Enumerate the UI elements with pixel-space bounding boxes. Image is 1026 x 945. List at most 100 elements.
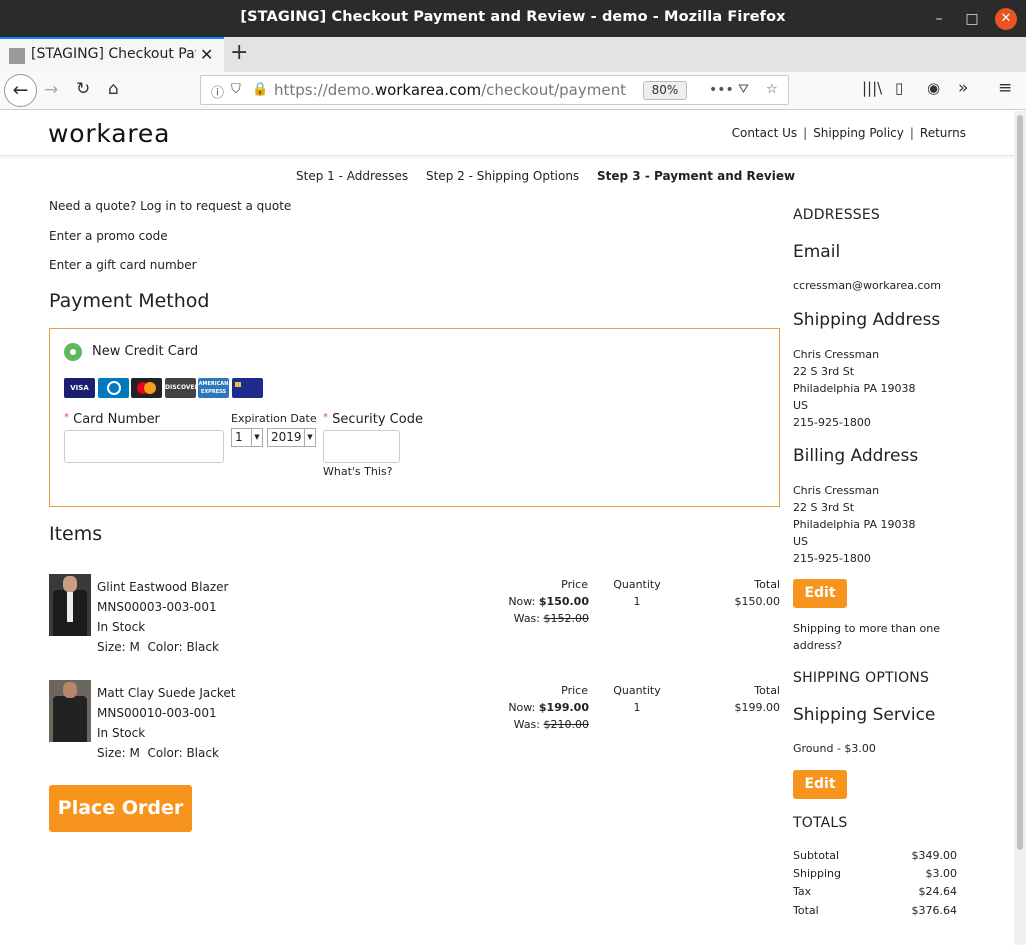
overflow-icon[interactable]: »	[958, 78, 968, 98]
totals-caption: TOTALS	[793, 815, 848, 831]
now-price: Now: $150.00	[508, 595, 589, 608]
expiration-date-label: Expiration Date	[231, 412, 317, 425]
credit-card-panel: New Credit Card VISA DISCOVER AMERICAN E…	[49, 328, 780, 507]
navigation-bar: ← → ↻ ⌂ ⓘ ⛉ 🔒 https://demo.workarea.com/…	[0, 72, 1026, 110]
forward-icon[interactable]: →	[44, 80, 58, 100]
list-item: Matt Clay Suede Jacket MNS00010-003-001 …	[49, 680, 784, 760]
new-tab-icon[interactable]: +	[230, 40, 248, 65]
step-addresses[interactable]: Step 1 - Addresses	[296, 169, 408, 183]
product-options: Size: M Color: Black	[97, 640, 219, 654]
info-icon[interactable]: ⓘ	[211, 82, 224, 101]
discover-card-icon: DISCOVER	[165, 378, 199, 398]
quantity-header: Quantity	[613, 578, 661, 591]
checkout-steps: Step 1 - Addresses Step 2 - Shipping Opt…	[296, 169, 809, 183]
was-price: Was: $210.00	[513, 718, 589, 731]
minimize-icon[interactable]: –	[928, 8, 950, 30]
close-icon[interactable]: ✕	[995, 8, 1017, 30]
shipping-address-heading: Shipping Address	[793, 310, 941, 330]
header-links: Contact Us | Shipping Policy | Returns	[731, 126, 966, 140]
product-image[interactable]	[49, 680, 91, 742]
product-options: Size: M Color: Black	[97, 746, 219, 760]
expiration-year-select[interactable]: 2019 ▼	[267, 428, 316, 447]
edit-addresses-button[interactable]: Edit	[793, 579, 847, 608]
security-code-label: * Security Code	[323, 412, 423, 427]
gift-card-link[interactable]: Enter a gift card number	[49, 258, 197, 272]
sidebar-icon[interactable]: ▯	[895, 79, 903, 97]
whats-this-link[interactable]: What's This?	[323, 465, 392, 478]
url-bar[interactable]: ⓘ ⛉ 🔒 https://demo.workarea.com/checkout…	[200, 75, 789, 105]
window-title: [STAGING] Checkout Payment and Review - …	[240, 9, 786, 25]
shield-icon[interactable]: ⛉	[231, 82, 241, 97]
chevron-down-icon: ▼	[251, 429, 262, 446]
tab-label: [STAGING] Checkout Pay	[31, 46, 196, 62]
price-column: Price Now: $150.00 Was: $152.00	[489, 576, 589, 627]
new-credit-card-label[interactable]: New Credit Card	[92, 344, 198, 359]
stock-status: In Stock	[97, 620, 146, 634]
total-header: Total	[754, 684, 780, 697]
shipping-row: Shipping $3.00	[793, 867, 957, 880]
page-content: workarea Contact Us | Shipping Policy | Retu…	[0, 111, 1014, 945]
step-shipping-options[interactable]: Step 2 - Shipping Options	[426, 169, 579, 183]
expiration-month-select[interactable]: 1 ▼	[231, 428, 263, 447]
edit-shipping-button[interactable]: Edit	[793, 770, 847, 799]
place-order-button[interactable]: Place Order	[49, 785, 192, 832]
site-logo[interactable]: workarea	[48, 119, 170, 148]
amex-card-icon: AMERICAN EXPRESS	[198, 378, 229, 398]
shipping-address: Chris Cressman 22 S 3rd St Philadelphia PA…	[793, 348, 916, 429]
lock-icon[interactable]: 🔒	[252, 82, 268, 97]
contact-us-link[interactable]: Contact Us	[732, 126, 798, 140]
page-actions-icon[interactable]: •••	[709, 82, 734, 98]
total-column: Total $150.00	[699, 576, 781, 610]
site-header: workarea Contact Us | Shipping Policy | Retu…	[0, 111, 1014, 156]
shipping-policy-link[interactable]: Shipping Policy	[813, 126, 904, 140]
zoom-level[interactable]: 80%	[643, 81, 687, 100]
product-image[interactable]	[49, 574, 91, 636]
tab-bar: [STAGING] Checkout Pay ✕ +	[0, 37, 1026, 72]
tab-close-icon[interactable]: ✕	[200, 45, 213, 64]
account-icon[interactable]: ◉	[927, 79, 940, 97]
library-icon[interactable]: |||\	[862, 79, 882, 97]
visa-card-icon: VISA	[64, 378, 95, 398]
promo-code-link[interactable]: Enter a promo code	[49, 229, 168, 243]
mastercard-card-icon	[131, 378, 162, 398]
window-titlebar: [STAGING] Checkout Payment and Review - …	[0, 0, 1026, 37]
maximize-icon[interactable]: □	[961, 8, 983, 30]
menu-icon[interactable]: ≡	[998, 78, 1012, 98]
product-name[interactable]: Matt Clay Suede Jacket	[97, 683, 235, 703]
chevron-down-icon: ▼	[304, 429, 315, 446]
security-code-input[interactable]	[323, 430, 400, 463]
scrollbar-thumb[interactable]	[1017, 115, 1023, 850]
bookmark-star-icon[interactable]: ☆	[766, 82, 778, 97]
diners-card-icon	[98, 378, 129, 398]
now-price: Now: $199.00	[508, 701, 589, 714]
page-scrollbar[interactable]	[1014, 111, 1026, 945]
total-column: Total $199.00	[699, 682, 781, 716]
new-credit-card-radio[interactable]	[64, 343, 82, 361]
home-icon[interactable]: ⌂	[108, 79, 119, 99]
url-text[interactable]: https://demo.workarea.com/checkout/payme…	[274, 81, 626, 99]
step-payment-review: Step 3 - Payment and Review	[597, 169, 796, 183]
card-number-input[interactable]	[64, 430, 224, 463]
product-name[interactable]: Glint Eastwood Blazer	[97, 577, 228, 597]
shipping-service-value: Ground - $3.00	[793, 742, 876, 755]
payment-method-heading: Payment Method	[49, 290, 210, 312]
back-icon[interactable]: ←	[4, 74, 37, 107]
tab-checkout[interactable]: [STAGING] Checkout Pay ✕	[0, 37, 224, 72]
line-total: $199.00	[734, 701, 781, 714]
returns-link[interactable]: Returns	[920, 126, 966, 140]
multi-address-link[interactable]: Shipping to more than one address?	[793, 620, 953, 654]
product-sku: MNS00003-003-001	[97, 600, 217, 614]
total-header: Total	[754, 578, 780, 591]
shipping-service-heading: Shipping Service	[793, 705, 936, 725]
card-number-label: * Card Number	[64, 412, 160, 427]
quantity-column: Quantity 1	[607, 682, 667, 716]
page-favicon-icon	[9, 48, 25, 64]
pocket-icon[interactable]: ⛛	[738, 82, 749, 97]
price-header: Price	[561, 684, 588, 697]
list-item: Glint Eastwood Blazer MNS00003-003-001 I…	[49, 574, 784, 654]
tax-row: Tax $24.64	[793, 885, 957, 898]
quote-link[interactable]: Need a quote? Log in to request a quote	[49, 199, 291, 213]
quantity-value: 1	[633, 701, 641, 714]
addresses-caption: ADDRESSES	[793, 207, 881, 223]
reload-icon[interactable]: ↻	[76, 79, 90, 99]
